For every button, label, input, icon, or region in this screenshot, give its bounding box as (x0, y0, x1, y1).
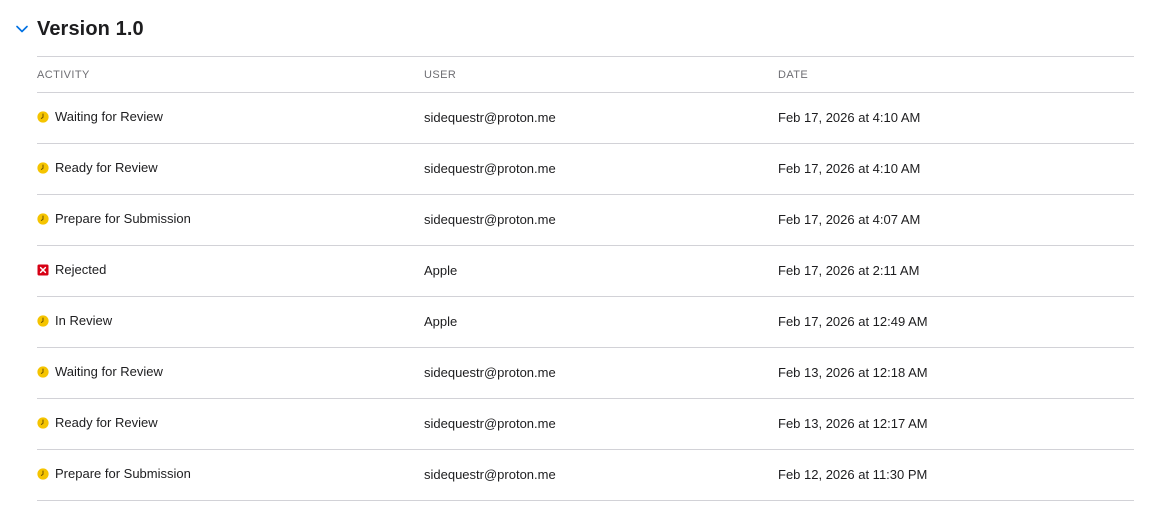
activity-label: Prepare for Submission (55, 211, 191, 226)
column-header-activity: ACTIVITY (37, 69, 90, 81)
clock-icon (37, 110, 49, 123)
table-row: Prepare for Submission sidequestr@proton.… (37, 450, 1134, 501)
activity-cell: Waiting for Review (37, 109, 163, 124)
activity-cell: Prepare for Submission (37, 211, 191, 226)
version-history-panel: Version 1.0 ACTIVITY USER DATE Waiting f… (0, 0, 1160, 505)
column-header-date: DATE (778, 69, 809, 81)
table-row: Ready for Review sidequestr@proton.me Feb … (37, 399, 1134, 450)
clock-icon (37, 314, 49, 327)
date-cell: Feb 12, 2026 at 11:30 PM (778, 467, 928, 482)
user-cell: sidequestr@proton.me (424, 467, 556, 482)
chevron-down-icon[interactable] (14, 21, 30, 37)
user-cell: Apple (424, 314, 458, 329)
activity-table: ACTIVITY USER DATE Waiting for Review sid… (37, 56, 1134, 501)
activity-cell: Ready for Review (37, 160, 158, 175)
clock-icon (37, 416, 49, 429)
column-header-user: USER (424, 69, 457, 81)
table-row: Rejected Apple Feb 17, 2026 at 2:11 AM (37, 246, 1134, 297)
user-cell: sidequestr@proton.me (424, 161, 556, 176)
date-cell: Feb 13, 2026 at 12:17 AM (778, 416, 928, 431)
clock-icon (37, 467, 49, 480)
table-row: Waiting for Review sidequestr@proton.me Fe… (37, 93, 1134, 144)
section-title: Version 1.0 (37, 17, 144, 40)
user-cell: sidequestr@proton.me (424, 365, 556, 380)
user-cell: sidequestr@proton.me (424, 212, 556, 227)
activity-label: In Review (55, 313, 113, 328)
activity-label: Rejected (55, 262, 107, 277)
date-cell: Feb 17, 2026 at 4:10 AM (778, 110, 921, 125)
activity-cell: Waiting for Review (37, 364, 163, 379)
version-section-toggle[interactable]: Version 1.0 (14, 14, 144, 44)
activity-label: Ready for Review (55, 415, 158, 430)
table-row: Prepare for Submission sidequestr@proton.… (37, 195, 1134, 246)
activity-cell: In Review (37, 313, 112, 328)
activity-label: Ready for Review (55, 160, 158, 175)
clock-icon (37, 161, 49, 174)
table-body: Waiting for Review sidequestr@proton.me Fe… (37, 93, 1134, 501)
date-cell: Feb 17, 2026 at 2:11 AM (778, 263, 920, 278)
activity-cell: Ready for Review (37, 415, 158, 430)
date-cell: Feb 17, 2026 at 12:49 AM (778, 314, 928, 329)
rejected-x-icon (37, 264, 49, 276)
date-cell: Feb 17, 2026 at 4:10 AM (778, 161, 921, 176)
table-header: ACTIVITY USER DATE (37, 57, 1134, 93)
clock-icon (37, 212, 49, 225)
user-cell: Apple (424, 263, 458, 278)
activity-cell: Rejected (37, 262, 106, 277)
activity-label: Waiting for Review (55, 109, 163, 124)
table-row: Waiting for Review sidequestr@proton.me Fe… (37, 348, 1134, 399)
activity-label: Prepare for Submission (55, 466, 191, 481)
date-cell: Feb 17, 2026 at 4:07 AM (778, 212, 921, 227)
table-row: In Review Apple Feb 17, 2026 at 12:49 AM (37, 297, 1134, 348)
activity-label: Waiting for Review (55, 364, 163, 379)
clock-icon (37, 365, 49, 378)
table-row: Ready for Review sidequestr@proton.me Feb … (37, 144, 1134, 195)
date-cell: Feb 13, 2026 at 12:18 AM (778, 365, 928, 380)
user-cell: sidequestr@proton.me (424, 110, 556, 125)
user-cell: sidequestr@proton.me (424, 416, 556, 431)
activity-cell: Prepare for Submission (37, 466, 191, 481)
